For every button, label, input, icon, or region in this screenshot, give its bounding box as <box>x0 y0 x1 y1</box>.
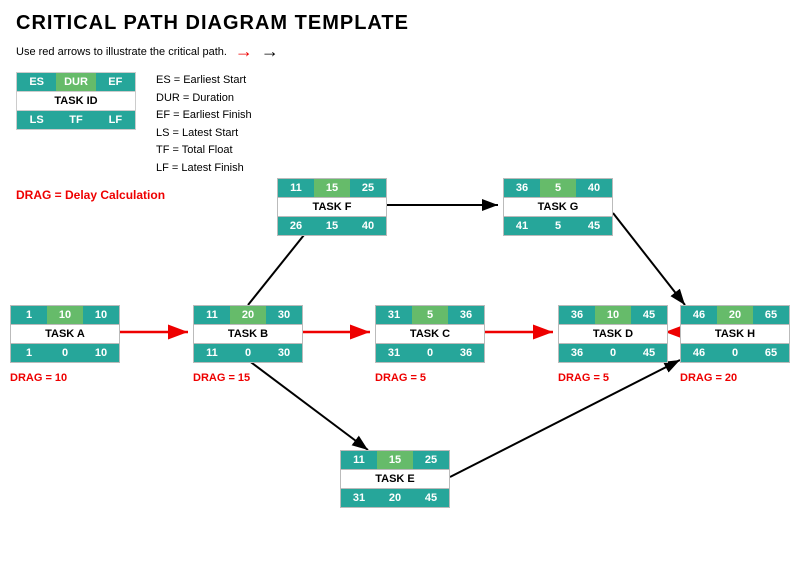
task-E-lf: 45 <box>413 489 449 507</box>
task-B-dur: 20 <box>230 306 266 324</box>
task-F-ls: 26 <box>278 217 314 235</box>
task-C-lf: 36 <box>448 344 484 362</box>
legend-es: ES <box>17 73 56 91</box>
legend-definitions: ES = Earliest Start DUR = Duration EF = … <box>156 72 252 178</box>
task-node-D: 36 10 45 TASK D 36 0 45 <box>558 305 668 363</box>
task-H-drag: DRAG = 20 <box>680 372 737 384</box>
black-arrow-icon: → <box>261 41 279 62</box>
task-C-ls: 31 <box>376 344 412 362</box>
task-A-lf: 10 <box>83 344 119 362</box>
task-H-tf: 0 <box>717 344 753 362</box>
task-A-ef: 10 <box>83 306 119 324</box>
task-B-ef: 30 <box>266 306 302 324</box>
task-A-tf: 0 <box>47 344 83 362</box>
task-node-C: 31 5 36 TASK C 31 0 36 <box>375 305 485 363</box>
task-D-ls: 36 <box>559 344 595 362</box>
task-C-name: TASK C <box>376 324 484 344</box>
task-H-es: 46 <box>681 306 717 324</box>
task-C-dur: 5 <box>412 306 448 324</box>
legend-box: ES DUR EF TASK ID LS TF LF <box>16 72 136 130</box>
task-G-name: TASK G <box>504 197 612 217</box>
task-D-lf: 45 <box>631 344 667 362</box>
task-E-name: TASK E <box>341 469 449 489</box>
task-A-ls: 1 <box>11 344 47 362</box>
legend-tf: TF <box>56 111 95 129</box>
task-B-tf: 0 <box>230 344 266 362</box>
task-D-ef: 45 <box>631 306 667 324</box>
task-E-ef: 25 <box>413 451 449 469</box>
subtitle-text: Use red arrows to illustrate the critica… <box>16 46 227 58</box>
task-C-drag: DRAG = 5 <box>375 372 426 384</box>
task-D-es: 36 <box>559 306 595 324</box>
legend-task-id: TASK ID <box>17 91 135 111</box>
red-arrow-icon: → <box>235 41 253 62</box>
task-F-tf: 15 <box>314 217 350 235</box>
task-H-name: TASK H <box>681 324 789 344</box>
task-H-dur: 20 <box>717 306 753 324</box>
task-C-tf: 0 <box>412 344 448 362</box>
task-H-ef: 65 <box>753 306 789 324</box>
task-node-G: 36 5 40 TASK G 41 5 45 <box>503 178 613 236</box>
task-B-es: 11 <box>194 306 230 324</box>
task-G-ls: 41 <box>504 217 540 235</box>
task-E-dur: 15 <box>377 451 413 469</box>
task-B-name: TASK B <box>194 324 302 344</box>
task-node-F: 11 15 25 TASK F 26 15 40 <box>277 178 387 236</box>
task-A-es: 1 <box>11 306 47 324</box>
task-D-tf: 0 <box>595 344 631 362</box>
legend-lf: LF <box>96 111 135 129</box>
task-E-ls: 31 <box>341 489 377 507</box>
task-G-dur: 5 <box>540 179 576 197</box>
page-title: CRITICAL PATH DIAGRAM TEMPLATE <box>0 0 808 39</box>
legend-ls: LS <box>17 111 56 129</box>
task-F-ef: 25 <box>350 179 386 197</box>
task-node-H: 46 20 65 TASK H 46 0 65 <box>680 305 790 363</box>
task-node-A: 1 10 10 TASK A 1 0 10 <box>10 305 120 363</box>
task-node-E: 11 15 25 TASK E 31 20 45 <box>340 450 450 508</box>
task-node-B: 11 20 30 TASK B 11 0 30 <box>193 305 303 363</box>
task-H-ls: 46 <box>681 344 717 362</box>
task-G-ef: 40 <box>576 179 612 197</box>
task-B-lf: 30 <box>266 344 302 362</box>
task-F-name: TASK F <box>278 197 386 217</box>
task-F-dur: 15 <box>314 179 350 197</box>
task-A-name: TASK A <box>11 324 119 344</box>
task-H-lf: 65 <box>753 344 789 362</box>
task-B-ls: 11 <box>194 344 230 362</box>
task-C-es: 31 <box>376 306 412 324</box>
task-B-drag: DRAG = 15 <box>193 372 250 384</box>
task-C-ef: 36 <box>448 306 484 324</box>
legend-dur: DUR <box>56 73 95 91</box>
task-A-drag: DRAG = 10 <box>10 372 67 384</box>
task-D-drag: DRAG = 5 <box>558 372 609 384</box>
task-G-es: 36 <box>504 179 540 197</box>
task-G-tf: 5 <box>540 217 576 235</box>
legend-ef: EF <box>96 73 135 91</box>
task-F-lf: 40 <box>350 217 386 235</box>
task-E-tf: 20 <box>377 489 413 507</box>
drag-note: DRAG = Delay Calculation <box>0 186 808 208</box>
task-D-name: TASK D <box>559 324 667 344</box>
task-G-lf: 45 <box>576 217 612 235</box>
task-F-es: 11 <box>278 179 314 197</box>
task-D-dur: 10 <box>595 306 631 324</box>
task-A-dur: 10 <box>47 306 83 324</box>
task-E-es: 11 <box>341 451 377 469</box>
